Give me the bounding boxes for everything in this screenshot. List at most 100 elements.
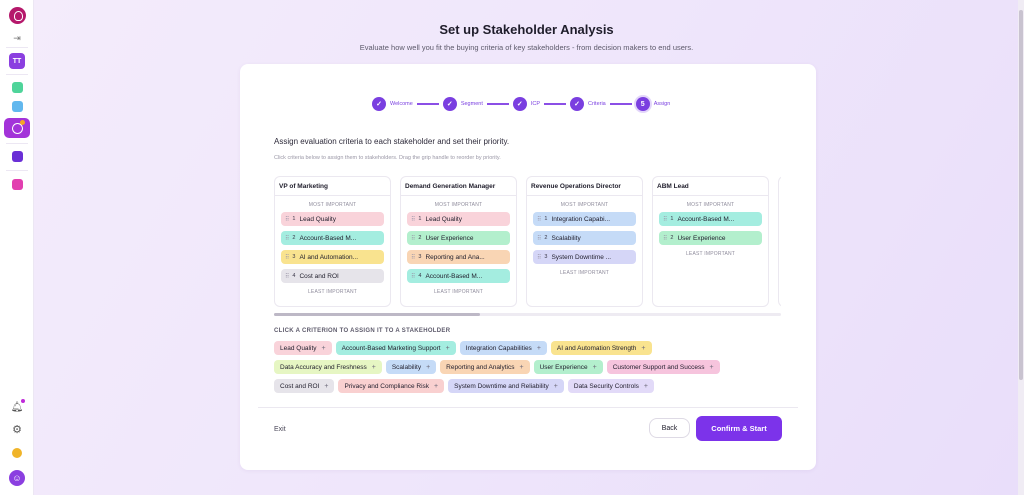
page-scrollbar[interactable] — [1018, 0, 1024, 495]
plus-icon: + — [536, 344, 541, 352]
criteria-chips: Lead Quality + Account-Based Marketing Sup… — [274, 341, 784, 398]
logo-icon[interactable] — [8, 6, 26, 24]
bell-icon[interactable]: 🔔︎ — [8, 398, 26, 416]
chip-label: Account-Based Marketing Support — [341, 344, 441, 352]
chip-label: Reporting and Analytics — [446, 363, 515, 371]
step-welcome[interactable]: ✓ Welcome — [372, 97, 413, 111]
stakeholder-app-icon[interactable] — [4, 118, 30, 138]
user-icon[interactable]: ☺ — [8, 469, 26, 487]
grip-handle-icon[interactable]: ⠿ — [411, 273, 416, 280]
plus-icon: + — [321, 344, 326, 352]
step-segment[interactable]: ✓ Segment — [442, 97, 483, 111]
assigned-criterion[interactable]: ⠿ 2 User Experience — [407, 231, 510, 245]
criterion-label: User Experience — [425, 234, 474, 242]
check-icon: ✓ — [442, 97, 457, 111]
columns-scrollbar[interactable] — [274, 313, 781, 316]
plus-icon: + — [324, 382, 329, 390]
least-important-label: LEAST IMPORTANT — [559, 270, 610, 276]
priority-number: 1 — [292, 216, 296, 222]
assigned-criterion[interactable]: ⠿ 2 User Experience — [659, 231, 762, 245]
exit-link[interactable]: Exit — [274, 426, 286, 433]
step-assign[interactable]: 5 Assign — [635, 97, 670, 111]
assigned-criterion[interactable]: ⠿ 2 Scalability — [533, 231, 636, 245]
assigned-criterion[interactable]: ⠿ 1 Lead Quality — [407, 212, 510, 226]
grip-handle-icon[interactable]: ⠿ — [285, 235, 290, 242]
criterion-label: Cost and ROI — [299, 272, 339, 280]
assigned-criterion[interactable]: ⠿ 4 Cost and ROI — [281, 269, 384, 283]
back-button[interactable]: Back — [649, 418, 690, 438]
grip-handle-icon[interactable]: ⠿ — [537, 235, 542, 242]
most-important-label: MOST IMPORTANT — [434, 202, 483, 208]
criterion-chip[interactable]: Account-Based Marketing Support + — [335, 341, 456, 355]
grip-handle-icon[interactable]: ⠿ — [285, 216, 290, 223]
criterion-chip[interactable]: Reporting and Analytics + — [440, 360, 530, 374]
grip-handle-icon[interactable]: ⠿ — [663, 235, 668, 242]
grip-handle-icon[interactable]: ⠿ — [411, 254, 416, 261]
grip-handle-icon[interactable]: ⠿ — [285, 273, 290, 280]
plus-icon: + — [445, 344, 450, 352]
priority-number: 2 — [670, 235, 674, 241]
priority-number: 2 — [544, 235, 548, 241]
columns-scrollbar-thumb[interactable] — [274, 313, 480, 316]
plus-icon: + — [371, 363, 376, 371]
sidebar: ⇥ TT 🔔︎ ⚙ ☺ — [0, 0, 34, 495]
grip-handle-icon[interactable]: ⠿ — [663, 216, 668, 223]
criterion-chip[interactable]: Cost and ROI + — [274, 379, 335, 393]
criterion-chip[interactable]: Customer Support and Success + — [606, 360, 720, 374]
criterion-chip[interactable]: Privacy and Compliance Risk + — [338, 379, 445, 393]
assigned-criterion[interactable]: ⠿ 3 AI and Automation... — [281, 250, 384, 264]
step-number: 5 — [635, 97, 650, 111]
step-connector — [486, 103, 509, 105]
criterion-chip[interactable]: AI and Automation Strength + — [550, 341, 652, 355]
grip-handle-icon[interactable]: ⠿ — [411, 216, 416, 223]
check-icon: ✓ — [372, 97, 386, 111]
priority-number: 4 — [418, 273, 422, 279]
step-icp[interactable]: ✓ ICP — [512, 97, 540, 111]
criterion-chip[interactable]: Data Accuracy and Freshness + — [274, 360, 382, 374]
most-important-label: MOST IMPORTANT — [560, 202, 609, 208]
assigned-criterion[interactable]: ⠿ 1 Account-Based M... — [659, 212, 762, 226]
assigned-criterion[interactable]: ⠿ 3 Reporting and Ana... — [407, 250, 510, 264]
grip-handle-icon[interactable]: ⠿ — [537, 216, 542, 223]
criterion-chip[interactable]: Scalability + — [385, 360, 437, 374]
assigned-criterion[interactable]: ⠿ 1 Lead Quality — [281, 212, 384, 226]
app-icon[interactable] — [12, 179, 23, 190]
chip-label: Scalability — [391, 363, 422, 371]
priority-number: 1 — [544, 216, 548, 222]
assigned-criterion[interactable]: ⠿ 4 Account-Based M... — [407, 269, 510, 283]
chip-row: Cost and ROI + Privacy and Compliance Risk… — [274, 379, 784, 393]
grip-handle-icon[interactable]: ⠿ — [285, 254, 290, 261]
assigned-criterion[interactable]: ⠿ 2 Account-Based M... — [281, 231, 384, 245]
collapse-icon[interactable]: ⇥ — [8, 29, 26, 47]
app-icon[interactable] — [12, 151, 23, 162]
gear-icon[interactable]: ⚙ — [8, 420, 26, 438]
page-scrollbar-thumb[interactable] — [1019, 10, 1023, 380]
grip-handle-icon[interactable]: ⠿ — [411, 235, 416, 242]
criterion-chip[interactable]: User Experience + — [533, 360, 603, 374]
confirm-start-button[interactable]: Confirm & Start — [696, 416, 782, 441]
grip-handle-icon[interactable]: ⠿ — [537, 254, 542, 261]
criterion-label: AI and Automation... — [299, 253, 359, 261]
criterion-chip[interactable]: System Downtime and Reliability + — [448, 379, 564, 393]
stakeholder-column: ABM Lead MOST IMPORTANT ⠿ 1 Account-Based M.… — [652, 176, 769, 307]
step-label: Welcome — [390, 101, 413, 107]
priority-number: 1 — [670, 216, 674, 222]
step-criteria[interactable]: ✓ Criteria — [570, 97, 606, 111]
stakeholder-column: Revenue Operations Director MOST IMPORTAN… — [526, 176, 643, 307]
priority-number: 1 — [418, 216, 422, 222]
chip-label: Integration Capabilities — [465, 344, 532, 352]
assigned-criterion[interactable]: ⠿ 1 Integration Capabi... — [533, 212, 636, 226]
app-icon[interactable] — [12, 101, 23, 112]
criterion-chip[interactable]: Integration Capabilities + — [459, 341, 547, 355]
chip-label: AI and Automation Strength — [556, 344, 637, 352]
workspace-avatar[interactable]: TT — [9, 53, 25, 69]
priority-number: 2 — [292, 235, 296, 241]
stakeholder-title: Demand Generation Manager — [401, 183, 516, 196]
app-icon[interactable] — [12, 82, 23, 93]
assigned-criterion[interactable]: ⠿ 3 System Downtime ... — [533, 250, 636, 264]
coin-icon[interactable] — [8, 444, 26, 462]
sidebar-divider — [6, 143, 28, 144]
criteria-heading: CLICK A CRITERION TO ASSIGN IT TO A STAK… — [274, 328, 451, 334]
criterion-chip[interactable]: Lead Quality + — [274, 341, 332, 355]
criterion-chip[interactable]: Data Security Controls + — [567, 379, 654, 393]
